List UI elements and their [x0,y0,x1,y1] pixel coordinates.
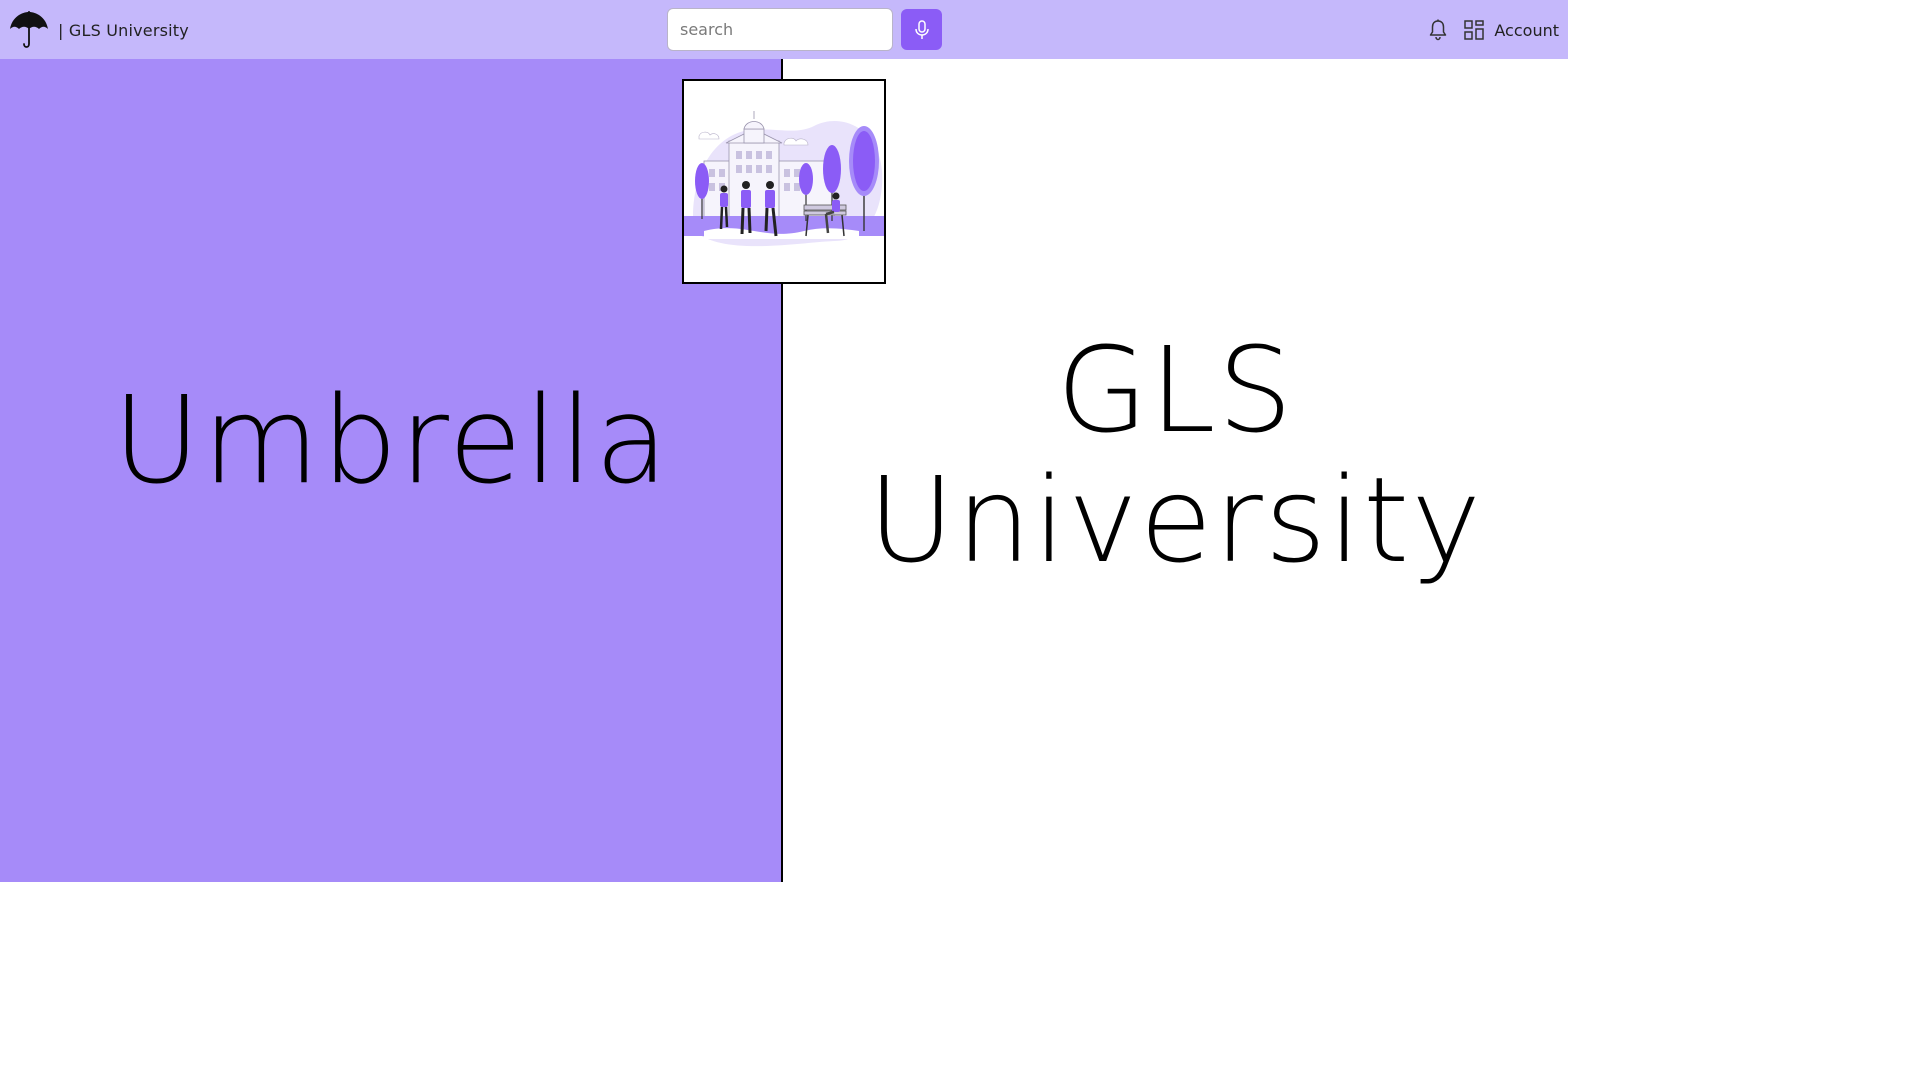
search-input[interactable] [667,8,893,51]
umbrella-logo-icon [10,11,48,48]
apps-grid-icon [1464,20,1485,40]
campus-illustration [682,79,886,284]
apps-button[interactable] [1462,18,1486,42]
notifications-button[interactable] [1426,18,1450,42]
voice-search-button[interactable] [901,9,942,50]
university-title: GLS University [783,325,1568,585]
brand[interactable]: | GLS University [8,10,189,50]
brand-name: | GLS University [58,20,189,40]
nav-actions: Account [1426,14,1559,46]
microphone-icon [914,19,929,39]
bell-icon [1430,19,1447,41]
university-title-line1: GLS [1056,321,1295,459]
account-link[interactable]: Account [1494,21,1559,40]
university-title-line2: University [867,451,1484,589]
top-navbar: | GLS University Account [0,0,1568,59]
umbrella-title: Umbrella [112,372,671,511]
